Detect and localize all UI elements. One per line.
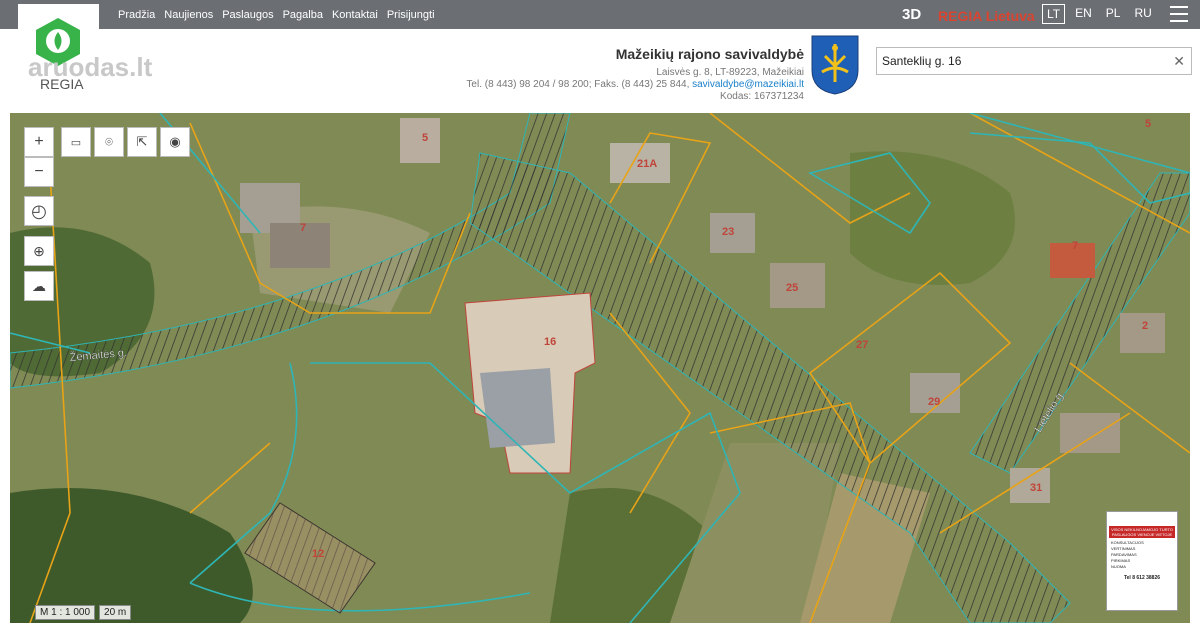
scale-bar: 20 m bbox=[99, 605, 132, 620]
zoom-in-button[interactable]: + bbox=[24, 127, 54, 157]
parcel-number: 5 bbox=[422, 132, 428, 144]
parcel-number: 5 bbox=[1145, 118, 1151, 130]
search-input[interactable] bbox=[877, 48, 1157, 74]
lang-lt[interactable]: LT bbox=[1042, 4, 1066, 24]
parcel-number: 25 bbox=[786, 282, 798, 294]
parcel-number: 7 bbox=[300, 222, 306, 234]
map-scale: M 1 : 1 000 20 m bbox=[35, 605, 132, 620]
3d-button[interactable]: 3D bbox=[902, 6, 921, 23]
nav-item-prisijungti[interactable]: Prisijungti bbox=[387, 9, 435, 21]
nav-item-pradzia[interactable]: Pradžia bbox=[118, 9, 155, 21]
zoom-out-button[interactable]: − bbox=[24, 157, 54, 187]
ad-phone: Tel 8 612 38826 bbox=[1123, 575, 1161, 581]
regia-lietuva-link[interactable]: REGIA Lietuva bbox=[938, 8, 1035, 24]
map-view[interactable]: Žemaitės g. Lietelio g. 5 21A 7 23 25 16… bbox=[10, 113, 1190, 623]
parcel-number: 2 bbox=[1142, 320, 1148, 332]
municipality-phone: Tel. (8 443) 98 204 / 98 200; Faks. (8 4… bbox=[466, 79, 690, 90]
scale-ratio: M 1 : 1 000 bbox=[35, 605, 96, 620]
ad-services: KONSULTACIJOS VERTINIMAS PARDAVIMAS PIRK… bbox=[1109, 538, 1175, 572]
target-icon[interactable]: ◉ bbox=[160, 127, 190, 157]
map-canvas[interactable]: Žemaitės g. Lietelio g. 5 21A 7 23 25 16… bbox=[10, 113, 1190, 623]
lang-pl[interactable]: PL bbox=[1102, 4, 1125, 24]
nav-item-pagalba[interactable]: Pagalba bbox=[283, 9, 323, 21]
municipality-contacts: Tel. (8 443) 98 204 / 98 200; Faks. (8 4… bbox=[466, 79, 804, 91]
marker-icon[interactable]: ⌾ bbox=[94, 127, 124, 157]
clear-icon[interactable]: ✕ bbox=[1173, 53, 1185, 70]
address-search: ✕ bbox=[876, 47, 1192, 75]
lasso-icon[interactable]: ☁ bbox=[24, 271, 54, 301]
main-nav: Pradžia Naujienos Paslaugos Pagalba Kont… bbox=[118, 0, 435, 29]
locate-icon[interactable]: ⊕ bbox=[24, 236, 54, 266]
parcel-number: 27 bbox=[856, 339, 868, 351]
compass-icon[interactable]: ◴ bbox=[24, 196, 54, 226]
ad-headline: VISOS NEKILNOJAMOJO TURTO PASLAUGOS VIEN… bbox=[1109, 526, 1175, 538]
nav-item-kontaktai[interactable]: Kontaktai bbox=[332, 9, 378, 21]
regia-logo-label: REGIA bbox=[40, 76, 84, 92]
share-icon[interactable]: ⇱ bbox=[127, 127, 157, 157]
lang-ru[interactable]: RU bbox=[1130, 4, 1155, 24]
municipality-email-link[interactable]: savivaldybe@mazeikiai.lt bbox=[692, 79, 804, 90]
municipality-info: Mažeikių rajono savivaldybė Laisvės g. 8… bbox=[466, 46, 804, 103]
parcel-number: 7 bbox=[1072, 240, 1078, 252]
real-estate-ad[interactable]: VISOS NEKILNOJAMOJO TURTO PASLAUGOS VIEN… bbox=[1106, 511, 1178, 611]
municipality-code: Kodas: 167371234 bbox=[720, 91, 804, 102]
parcel-number: 31 bbox=[1030, 482, 1042, 494]
parcel-number: 23 bbox=[722, 226, 734, 238]
municipality-address: Laisvės g. 8, LT-89223, Mažeikiai bbox=[656, 67, 804, 78]
nav-item-paslaugos[interactable]: Paslaugos bbox=[222, 9, 273, 21]
parcel-number: 21A bbox=[637, 158, 657, 170]
ruler-icon[interactable]: ▭ bbox=[61, 127, 91, 157]
municipality-name: Mažeikių rajono savivaldybė bbox=[615, 46, 804, 62]
parcel-number: 29 bbox=[928, 396, 940, 408]
menu-icon[interactable] bbox=[1170, 6, 1188, 22]
parcel-number: 12 bbox=[312, 548, 324, 560]
language-switcher: LT EN PL RU bbox=[1042, 4, 1156, 24]
nav-item-naujienos[interactable]: Naujienos bbox=[164, 9, 213, 21]
parcel-number: 16 bbox=[544, 336, 556, 348]
lang-en[interactable]: EN bbox=[1071, 4, 1096, 24]
coat-of-arms-icon bbox=[811, 35, 859, 95]
ad-service: NUOMA bbox=[1111, 564, 1126, 569]
